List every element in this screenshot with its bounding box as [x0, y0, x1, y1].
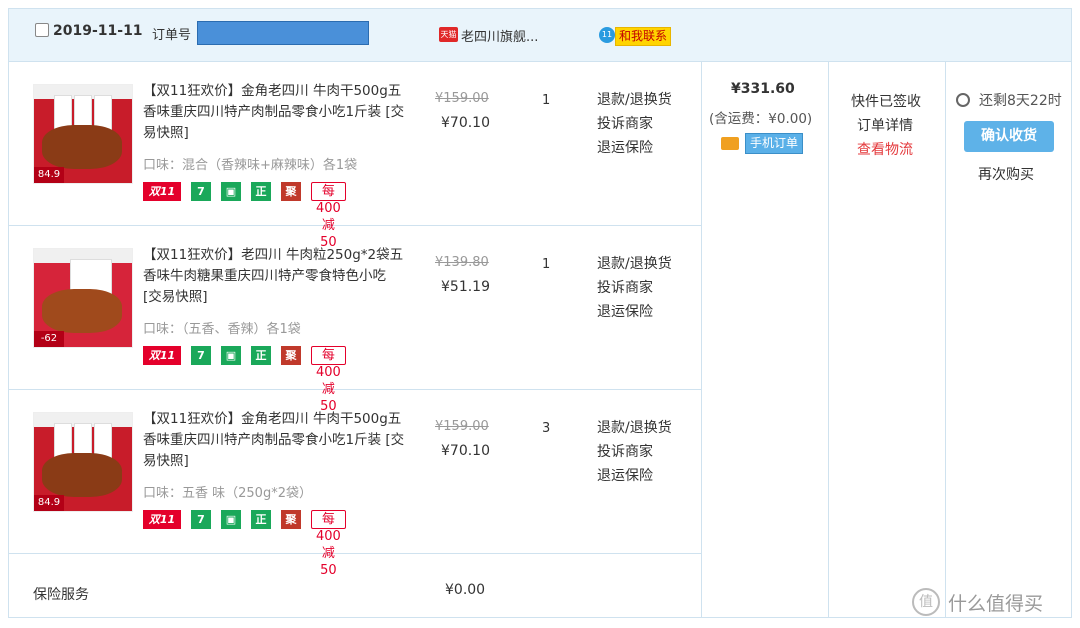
- buy-again-link[interactable]: 再次购买: [978, 164, 1034, 184]
- divider: [9, 553, 701, 554]
- shipping-fee: (含运费：¥0.00): [709, 111, 813, 127]
- authentic-badge: 正: [251, 510, 271, 529]
- item-actions: 退款/退换货 投诉商家 退运保险: [597, 252, 677, 324]
- complain-link[interactable]: 投诉商家: [597, 276, 677, 300]
- unit-price: ¥70.10: [441, 115, 490, 131]
- product-thumbnail[interactable]: -62: [33, 248, 133, 348]
- product-thumbnail[interactable]: 84.9: [33, 84, 133, 184]
- return-insurance-link[interactable]: 退运保险: [597, 136, 677, 160]
- product-spec: 口味：（五香、香辣）各1袋: [143, 322, 301, 337]
- order-number-redacted: [197, 21, 369, 45]
- divider: [828, 61, 829, 617]
- thumbnail-price: -62: [34, 331, 64, 347]
- confirm-receipt-button[interactable]: 确认收货: [964, 121, 1054, 152]
- product-spec: 口味：混合（香辣味+麻辣味）各1袋: [143, 158, 358, 173]
- refund-link[interactable]: 退款/退换货: [597, 416, 677, 440]
- product-thumbnail[interactable]: 84.9: [33, 412, 133, 512]
- wangwang-icon[interactable]: 11: [599, 27, 615, 43]
- juhuasuan-badge: 聚: [281, 182, 301, 201]
- return-insurance-link[interactable]: 退运保险: [597, 300, 677, 324]
- seven-day-return-icon: 7: [191, 182, 211, 201]
- order-item: -62 【双11狂欢价】老四川 牛肉粒250g*2袋五香味牛肉糖果重庆四川特产零…: [9, 226, 701, 414]
- authentic-badge: 正: [251, 182, 271, 201]
- countdown-text: 还剩8天22时: [979, 93, 1062, 109]
- discount-badge: 每400减50: [311, 346, 346, 414]
- order-detail-link[interactable]: 订单详情: [857, 115, 913, 135]
- unit-price: ¥70.10: [441, 443, 490, 459]
- original-price: ¥159.00: [435, 419, 489, 434]
- original-price: ¥139.80: [435, 255, 489, 270]
- product-title-link[interactable]: 【双11狂欢价】老四川 牛肉粒250g*2袋五香味牛肉糖果重庆四川特产零食特色小…: [143, 245, 409, 308]
- authentic-badge: 正: [251, 346, 271, 365]
- order-item: 84.9 【双11狂欢价】金角老四川 牛肉干500g五香味重庆四川特产肉制品零食…: [9, 62, 701, 250]
- thumbnail-price: 84.9: [34, 495, 64, 511]
- refund-link[interactable]: 退款/退换货: [597, 252, 677, 276]
- double11-badge: 双11: [143, 510, 181, 529]
- shop-name-link[interactable]: 老四川旗舰...: [461, 26, 538, 45]
- shopping-bag-icon: ▣: [221, 182, 241, 201]
- juhuasuan-badge: 聚: [281, 346, 301, 365]
- discount-badge: 每400减50: [311, 182, 346, 250]
- product-spec: 口味：五香 味（250g*2袋）: [143, 486, 312, 501]
- complain-link[interactable]: 投诉商家: [597, 440, 677, 464]
- complain-link[interactable]: 投诉商家: [597, 112, 677, 136]
- contact-seller-button[interactable]: 和我联系: [615, 27, 672, 46]
- discount-badge: 每400减50: [311, 510, 346, 578]
- seven-day-return-icon: 7: [191, 346, 211, 365]
- tmall-icon: 天猫: [439, 27, 458, 42]
- shopping-bag-icon: ▣: [221, 510, 241, 529]
- insurance-label: 保险服务: [33, 587, 89, 603]
- unit-price: ¥51.19: [441, 279, 490, 295]
- clock-icon: [956, 93, 970, 107]
- refund-link[interactable]: 退款/退换货: [597, 88, 677, 112]
- divider: [945, 61, 946, 617]
- quantity: 1: [542, 257, 551, 272]
- order-header: 2019-11-11 订单号 天猫 老四川旗舰... 11 和我联系: [9, 9, 1071, 62]
- mobile-order-badge: 手机订单: [745, 133, 804, 154]
- watermark-logo-icon: 值: [912, 588, 940, 616]
- product-title-link[interactable]: 【双11狂欢价】金角老四川 牛肉干500g五香味重庆四川特产肉制品零食小吃1斤装…: [143, 81, 409, 144]
- double11-badge: 双11: [143, 346, 181, 365]
- order-total: ¥331.60: [731, 81, 795, 97]
- return-insurance-link[interactable]: 退运保险: [597, 464, 677, 488]
- double11-badge: 双11: [143, 182, 181, 201]
- order-date: 2019-11-11: [53, 23, 143, 39]
- item-actions: 退款/退换货 投诉商家 退运保险: [597, 88, 677, 160]
- shopping-bag-icon: ▣: [221, 346, 241, 365]
- product-title-link[interactable]: 【双11狂欢价】金角老四川 牛肉干500g五香味重庆四川特产肉制品零食小吃1斤装…: [143, 409, 409, 472]
- watermark-text: 什么值得买: [948, 593, 1044, 615]
- order-number-label: 订单号: [152, 28, 192, 43]
- original-price: ¥159.00: [435, 91, 489, 106]
- insurance-price: ¥0.00: [445, 582, 486, 598]
- seven-day-return-icon: 7: [191, 510, 211, 529]
- juhuasuan-badge: 聚: [281, 510, 301, 529]
- quantity: 1: [542, 93, 551, 108]
- delivery-status: 快件已签收: [851, 94, 921, 110]
- order-card: 2019-11-11 订单号 天猫 老四川旗舰... 11 和我联系 84.9 …: [8, 8, 1072, 618]
- item-actions: 退款/退换货 投诉商家 退运保险: [597, 416, 677, 488]
- card-icon: [721, 137, 739, 150]
- quantity: 3: [542, 421, 551, 436]
- thumbnail-price: 84.9: [34, 167, 64, 183]
- order-checkbox[interactable]: [35, 23, 49, 37]
- view-logistics-link[interactable]: 查看物流: [857, 139, 913, 159]
- order-item: 84.9 【双11狂欢价】金角老四川 牛肉干500g五香味重庆四川特产肉制品零食…: [9, 390, 701, 578]
- divider: [701, 61, 702, 617]
